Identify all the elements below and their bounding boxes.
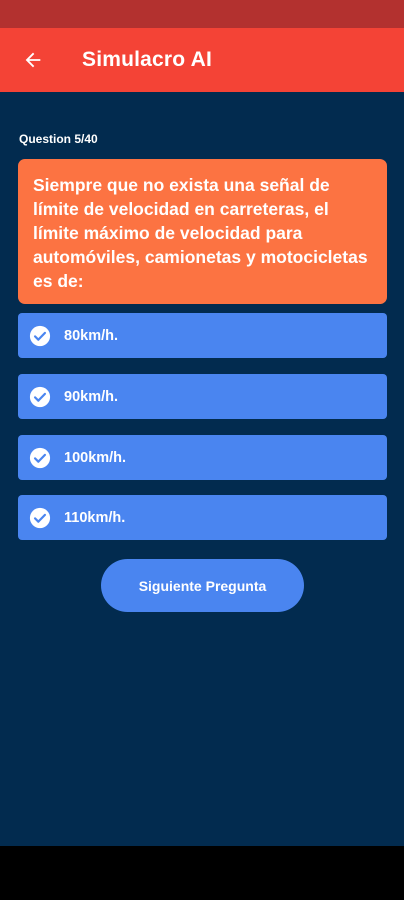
check-circle-icon <box>29 386 51 407</box>
answer-option-1[interactable]: 80km/h. <box>18 313 387 358</box>
answer-option-label: 100km/h. <box>64 449 127 466</box>
quiz-content: Question 5/40 Siempre que no exista una … <box>0 92 404 846</box>
back-button[interactable] <box>18 45 48 75</box>
question-counter: Question 5/40 <box>19 132 98 146</box>
system-nav-bar <box>0 846 404 900</box>
check-circle-icon <box>29 447 51 468</box>
next-question-button[interactable]: Siguiente Pregunta <box>101 559 304 612</box>
answer-option-label: 110km/h. <box>64 509 126 526</box>
answer-option-3[interactable]: 100km/h. <box>18 435 387 480</box>
status-bar <box>0 0 404 28</box>
app-bar: Simulacro AI <box>0 28 404 92</box>
answer-option-label: 90km/h. <box>64 388 118 405</box>
app-title: Simulacro AI <box>82 48 212 71</box>
check-circle-icon <box>29 325 51 346</box>
answer-option-2[interactable]: 90km/h. <box>18 374 387 419</box>
arrow-left-icon <box>25 52 41 68</box>
check-circle-icon <box>29 507 51 528</box>
answer-option-label: 80km/h. <box>64 327 118 344</box>
question-card: Siempre que no exista una señal de límit… <box>18 159 387 304</box>
answer-option-4[interactable]: 110km/h. <box>18 495 387 540</box>
